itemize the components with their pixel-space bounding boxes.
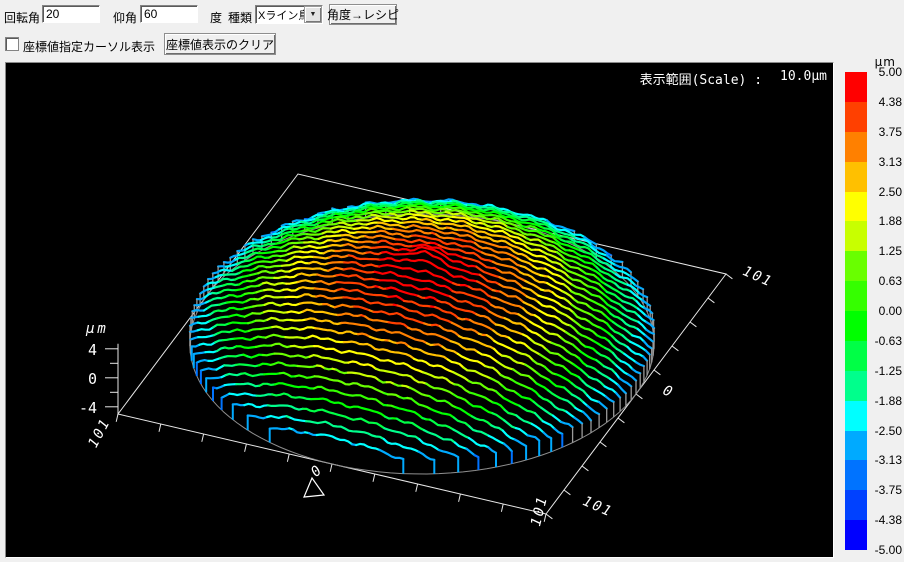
notch-triangle-icon [303,476,327,500]
scale-range-label: 表示範囲(Scale) : [640,69,762,88]
dropdown-arrow-icon[interactable]: ▼ [304,6,322,23]
colorbar-tick-label: -5.00 [864,543,902,557]
colorbar-tick-label: 4.38 [864,95,902,109]
z-axis-tick-0: 0 [67,370,97,388]
surface-plot[interactable] [6,63,833,557]
coordinate-cursor-checkbox[interactable] [5,37,19,51]
colorbar-tick-label: 0.00 [864,304,902,318]
colorbar-tick-label: 3.75 [864,125,902,139]
colorbar-tick-label: 0.63 [864,274,902,288]
elevation-angle-label: 仰角 [113,9,137,26]
z-axis-tick-4: 4 [67,341,97,359]
plot-canvas[interactable]: 表示範囲(Scale) : 10.0μm μm 4 0 -4 101 0 101… [5,62,834,558]
colorbar-tick-label: -3.13 [864,453,902,467]
angle-to-recipe-button[interactable]: 角度→レシピ [329,4,397,25]
rotation-angle-label: 回転角 [4,9,40,26]
colorbar-tick-label: 2.50 [864,185,902,199]
z-axis-tick-minus4: -4 [61,399,97,417]
scale-range-readout: 表示範囲(Scale) : 10.0μm [640,69,827,88]
view-type-dropdown[interactable]: Xライン鳥瞰図 ▼ [255,5,323,24]
colorbar-tick-label: -3.75 [864,483,902,497]
clear-coordinates-button[interactable]: 座標値表示のクリア [164,33,276,55]
scale-range-value: 10.0μm [780,69,827,88]
view-type-value: Xライン鳥瞰図 [256,7,304,23]
colorbar-tick-label: -2.50 [864,424,902,438]
type-label: 種類 [228,9,252,26]
colorbar-tick-label: 1.25 [864,244,902,258]
colorbar-tick-label: 3.13 [864,155,902,169]
degree-label: 度 [210,9,222,26]
colorbar-tick-label: 5.00 [864,65,902,79]
colorbar-tick-label: 1.88 [864,214,902,228]
colorbar-tick-label: -1.25 [864,364,902,378]
z-axis-unit-label: μm [86,321,109,337]
elevation-angle-input[interactable] [140,5,198,23]
colorbar-tick-label: -4.38 [864,513,902,527]
rotation-angle-input[interactable] [42,5,100,23]
colorbar-tick-label: -0.63 [864,334,902,348]
coordinate-cursor-checkbox-label: 座標値指定カーソル表示 [23,38,155,55]
colorbar-tick-label: -1.88 [864,394,902,408]
